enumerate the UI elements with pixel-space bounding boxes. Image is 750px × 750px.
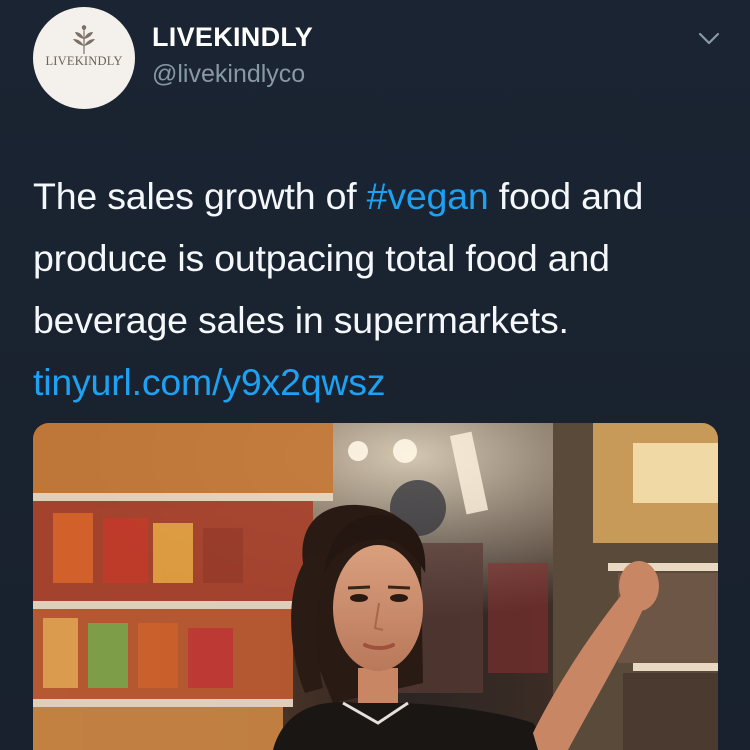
photo-woman-supermarket-aisle-icon: [33, 423, 718, 750]
leaf-logo-icon: [73, 25, 95, 54]
tweet-card: LIVEKINDLY LIVEKINDLY @livekindlyco The …: [0, 0, 750, 750]
chevron-down-icon[interactable]: [697, 30, 721, 48]
author-handle[interactable]: @livekindlyco: [152, 60, 305, 89]
author-display-name[interactable]: LIVEKINDLY: [152, 22, 313, 53]
avatar-logo-text: LIVEKINDLY: [45, 54, 123, 68]
tweet-photo[interactable]: [33, 423, 718, 750]
author-avatar[interactable]: LIVEKINDLY: [33, 7, 135, 109]
left-shelves: [33, 423, 333, 750]
hashtag-link[interactable]: #vegan: [367, 175, 489, 217]
tweet-url-link[interactable]: tinyurl.com/y9x2qwsz: [33, 351, 723, 413]
tweet-text-part: The sales growth of: [33, 175, 367, 217]
tweet-text: The sales growth of #vegan food and prod…: [33, 165, 723, 413]
